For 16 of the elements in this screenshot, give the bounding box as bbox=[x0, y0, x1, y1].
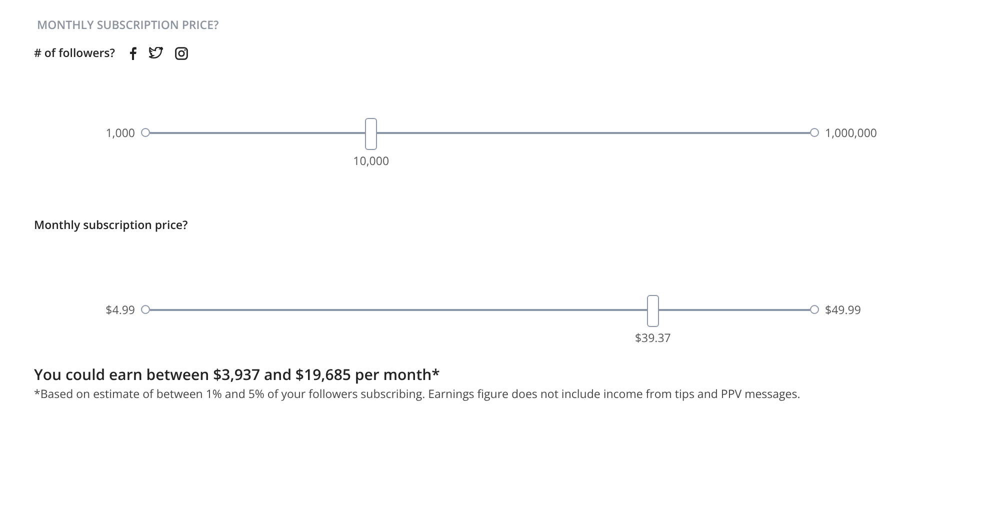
max-label: 1,000,000 bbox=[825, 126, 877, 140]
section-heading: MONTHLY SUBSCRIPTION PRICE? bbox=[37, 18, 220, 33]
max-label: $49.99 bbox=[825, 302, 861, 318]
instagram-icon[interactable] bbox=[175, 46, 188, 60]
value-label: 10,000 bbox=[353, 154, 390, 169]
min-label: 1,000 bbox=[104, 126, 136, 140]
facebook-icon[interactable] bbox=[129, 46, 137, 60]
field-label: # of followers? bbox=[34, 46, 115, 60]
value-label: $39.37 bbox=[634, 331, 671, 346]
earnings-estimate: You could earn between $3,937 and $19,685 per month* bbox=[34, 365, 441, 385]
footnote: *Based on estimate of between 1% and 5% of your followers subscribing. Earnings figure does not include income from tips and PPV messages. bbox=[34, 387, 802, 402]
slider-thumb[interactable] bbox=[646, 295, 659, 327]
slider-thumb[interactable] bbox=[365, 118, 378, 150]
twitter-icon[interactable] bbox=[149, 47, 163, 59]
min-label: $4.99 bbox=[104, 302, 136, 318]
field-label: Monthly subscription price? bbox=[34, 218, 188, 232]
